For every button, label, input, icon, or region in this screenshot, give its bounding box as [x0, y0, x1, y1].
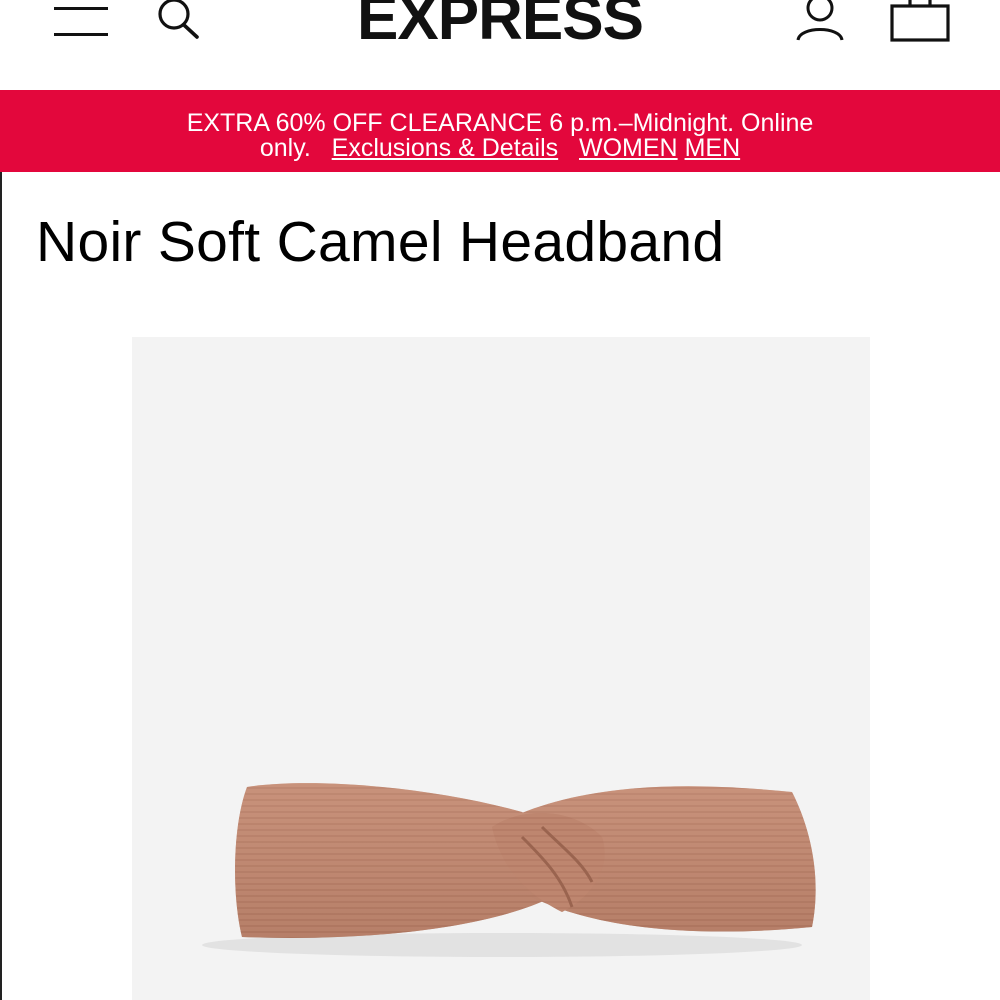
women-link[interactable]: WOMEN: [579, 134, 678, 162]
product-title: Noir Soft Camel Headband: [36, 210, 725, 274]
promo-text: EXTRA 60% OFF CLEARANCE 6 p.m.–Midnight.…: [186, 109, 814, 137]
promo-banner: EXTRA 60% OFF CLEARANCE 6 p.m.–Midnight.…: [0, 90, 1000, 172]
account-icon[interactable]: [792, 0, 848, 44]
promo-text-only: only.: [259, 134, 311, 162]
exclusions-details-link[interactable]: Exclusions & Details: [332, 134, 558, 162]
shopping-bag-icon[interactable]: [888, 0, 952, 44]
men-link[interactable]: MEN: [685, 134, 741, 162]
search-icon[interactable]: [152, 0, 202, 40]
promo-line-2: only. Exclusions & Details WOMEN MEN: [0, 136, 1000, 161]
express-logo[interactable]: EXPRESS: [300, 0, 700, 58]
product-image[interactable]: [132, 337, 870, 1000]
headband-image: [202, 783, 816, 957]
hamburger-menu-icon[interactable]: [52, 0, 110, 40]
product-page: EXPRESS EXTRA 60% OFF CLEARANCE 6 p.m.–M…: [0, 0, 1000, 1000]
site-header: EXPRESS: [0, 0, 1000, 90]
